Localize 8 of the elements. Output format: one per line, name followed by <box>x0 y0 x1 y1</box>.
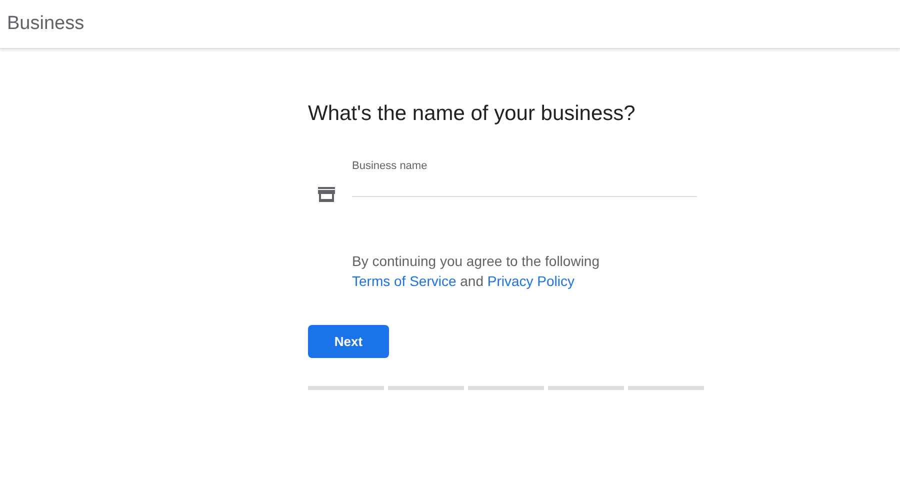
next-button[interactable]: Next <box>308 325 389 358</box>
terms-link[interactable]: Terms of Service <box>352 273 456 289</box>
page-heading: What's the name of your business? <box>308 101 636 127</box>
storefront-icon <box>318 187 335 202</box>
app-title: Business <box>7 12 84 36</box>
terms-notice: By continuing you agree to the following Terms of Service and Privacy Policy <box>352 252 600 291</box>
privacy-link[interactable]: Privacy Policy <box>487 273 575 289</box>
business-name-field[interactable]: Business name <box>352 158 697 197</box>
